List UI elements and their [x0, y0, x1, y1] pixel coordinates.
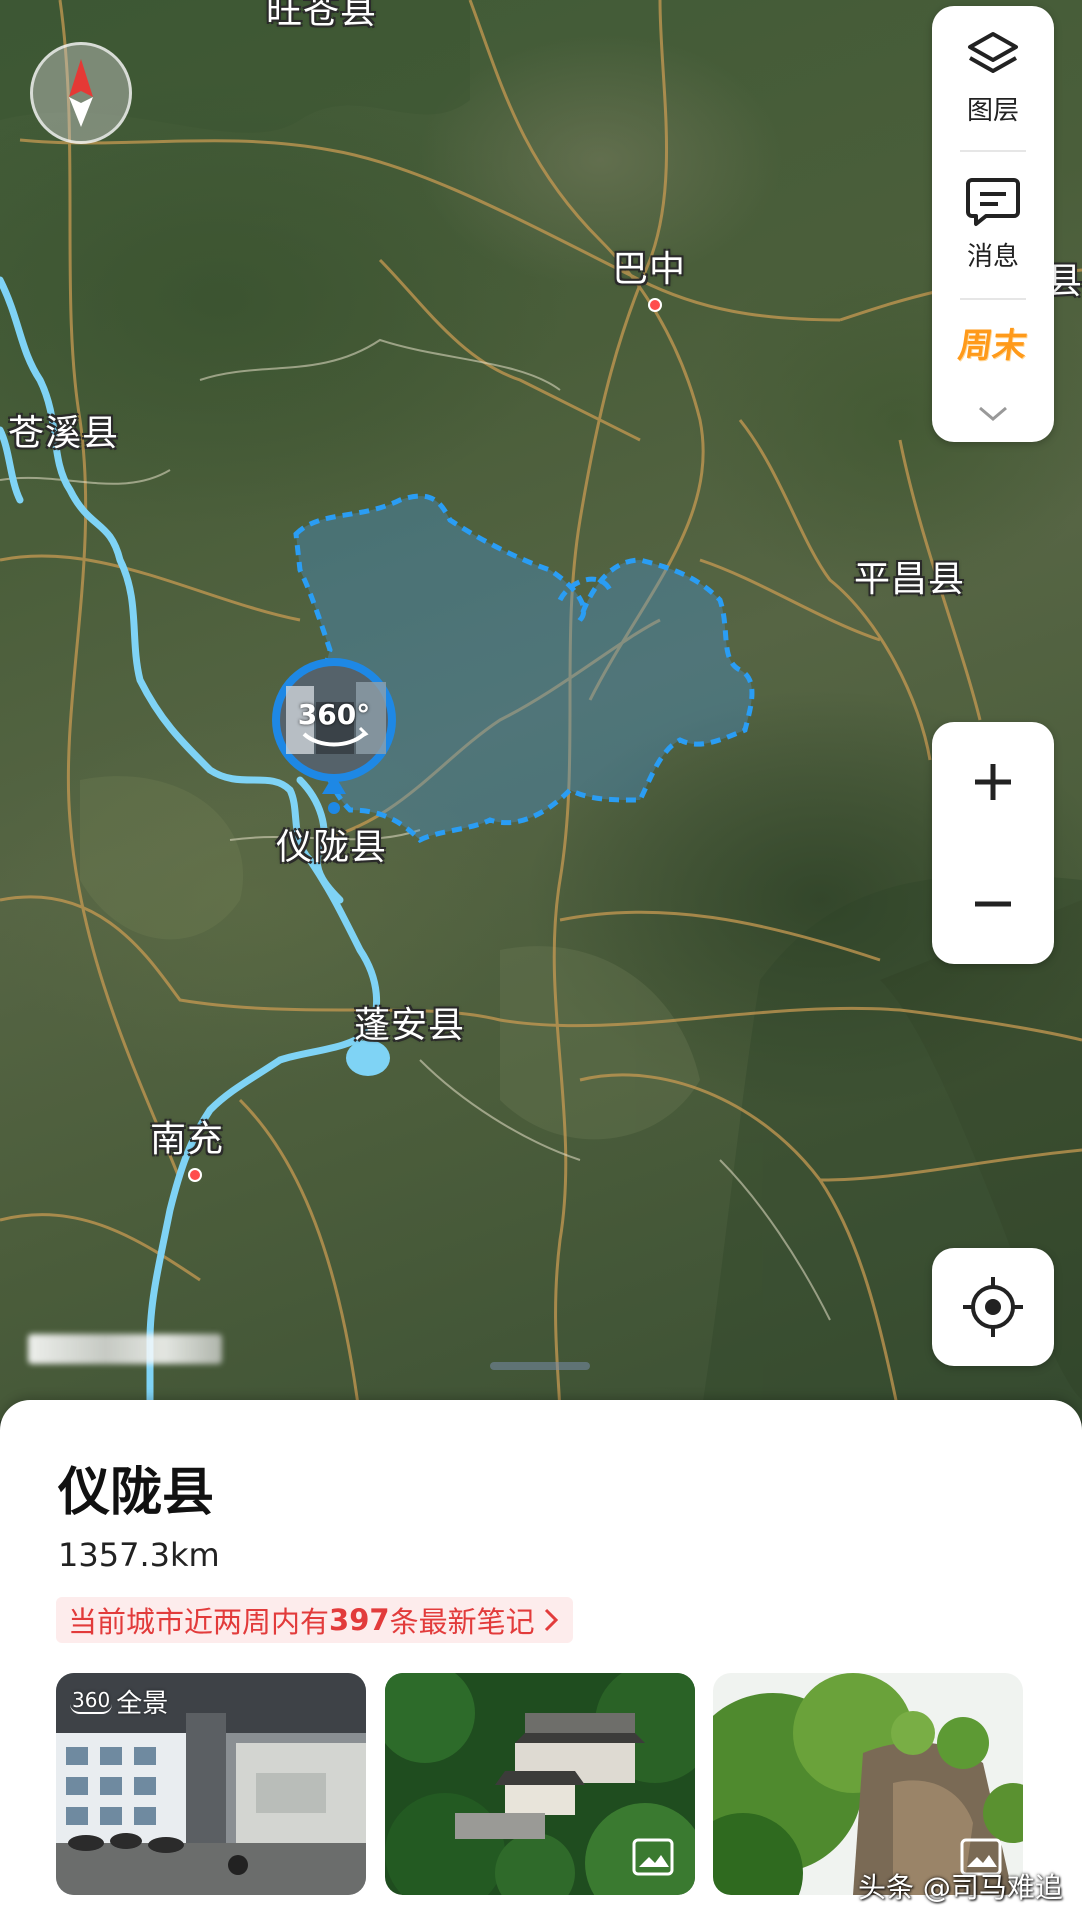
message-icon	[966, 178, 1020, 226]
panorama-marker-text: 360°	[297, 698, 371, 731]
bazhong-city-dot	[648, 298, 662, 312]
map-label-wangcang[interactable]: 旺苍县	[266, 0, 377, 34]
photo-card-temple[interactable]	[385, 1673, 695, 1895]
photo-card-cliff[interactable]	[713, 1673, 1023, 1895]
notes-suffix: 条最新笔记	[389, 1605, 535, 1639]
map-features	[0, 0, 1082, 1420]
zoom-in-button[interactable]	[932, 722, 1054, 842]
map-label-yilong[interactable]: 仪陇县	[276, 818, 387, 870]
map-tool-panel: 图层 消息 周末	[932, 6, 1054, 442]
locate-icon	[963, 1277, 1023, 1337]
nanchong-city-dot	[188, 1168, 202, 1182]
photo-card-panorama[interactable]: 360 全景	[56, 1673, 366, 1895]
map-scale-bar	[28, 1334, 222, 1364]
layers-label: 图层	[966, 96, 1019, 126]
satellite-map[interactable]: 旺苍县 巴中 苍溪县 平昌县 仪陇县 蓬安县 南充 县 360° 图层 消息 周…	[0, 0, 1082, 1420]
panorama-marker[interactable]: 360°	[264, 656, 404, 816]
weekend-button[interactable]: 周末	[932, 318, 1054, 367]
panorama-tag-label: 全景	[116, 1688, 169, 1719]
layers-button[interactable]: 图层	[932, 28, 1054, 127]
layers-icon	[968, 32, 1018, 73]
more-tools-button[interactable]	[932, 404, 1054, 428]
map-label-pingchang[interactable]: 平昌县	[854, 550, 965, 602]
tool-divider	[960, 298, 1026, 300]
map-label-bazhong[interactable]: 巴中	[612, 240, 686, 292]
minus-icon	[975, 901, 1011, 907]
panorama-tag: 360 全景	[70, 1683, 168, 1719]
chevron-down-icon	[979, 406, 1007, 421]
map-label-cangxi[interactable]: 苍溪县	[8, 404, 119, 456]
watermark-text: 头条 @司马难追	[858, 1871, 1063, 1904]
notes-count: 397	[329, 1603, 390, 1637]
locate-button[interactable]	[932, 1248, 1054, 1366]
place-title: 仪陇县	[58, 1463, 215, 1523]
messages-label: 消息	[966, 242, 1019, 272]
chevron-right-icon	[544, 1608, 558, 1632]
zoom-control	[932, 722, 1054, 964]
tool-divider	[960, 150, 1026, 152]
map-label-nanchong[interactable]: 南充	[150, 1110, 224, 1162]
map-label-pengan[interactable]: 蓬安县	[354, 996, 465, 1048]
messages-button[interactable]: 消息	[932, 174, 1054, 273]
sheet-drag-handle[interactable]	[490, 1362, 590, 1370]
compass-button[interactable]	[30, 42, 132, 144]
zoom-out-button[interactable]	[932, 844, 1054, 964]
360-icon: 360	[70, 1688, 113, 1714]
notes-prefix: 当前城市近两周内有	[68, 1605, 330, 1639]
weekend-label: 周末	[955, 326, 1030, 366]
place-distance: 1357.3km	[58, 1536, 220, 1574]
compass-icon	[69, 59, 93, 127]
plus-icon	[975, 764, 1011, 800]
image-icon	[632, 1838, 674, 1876]
recent-notes-link[interactable]: 当前城市近两周内有 397 条最新笔记	[56, 1597, 573, 1643]
